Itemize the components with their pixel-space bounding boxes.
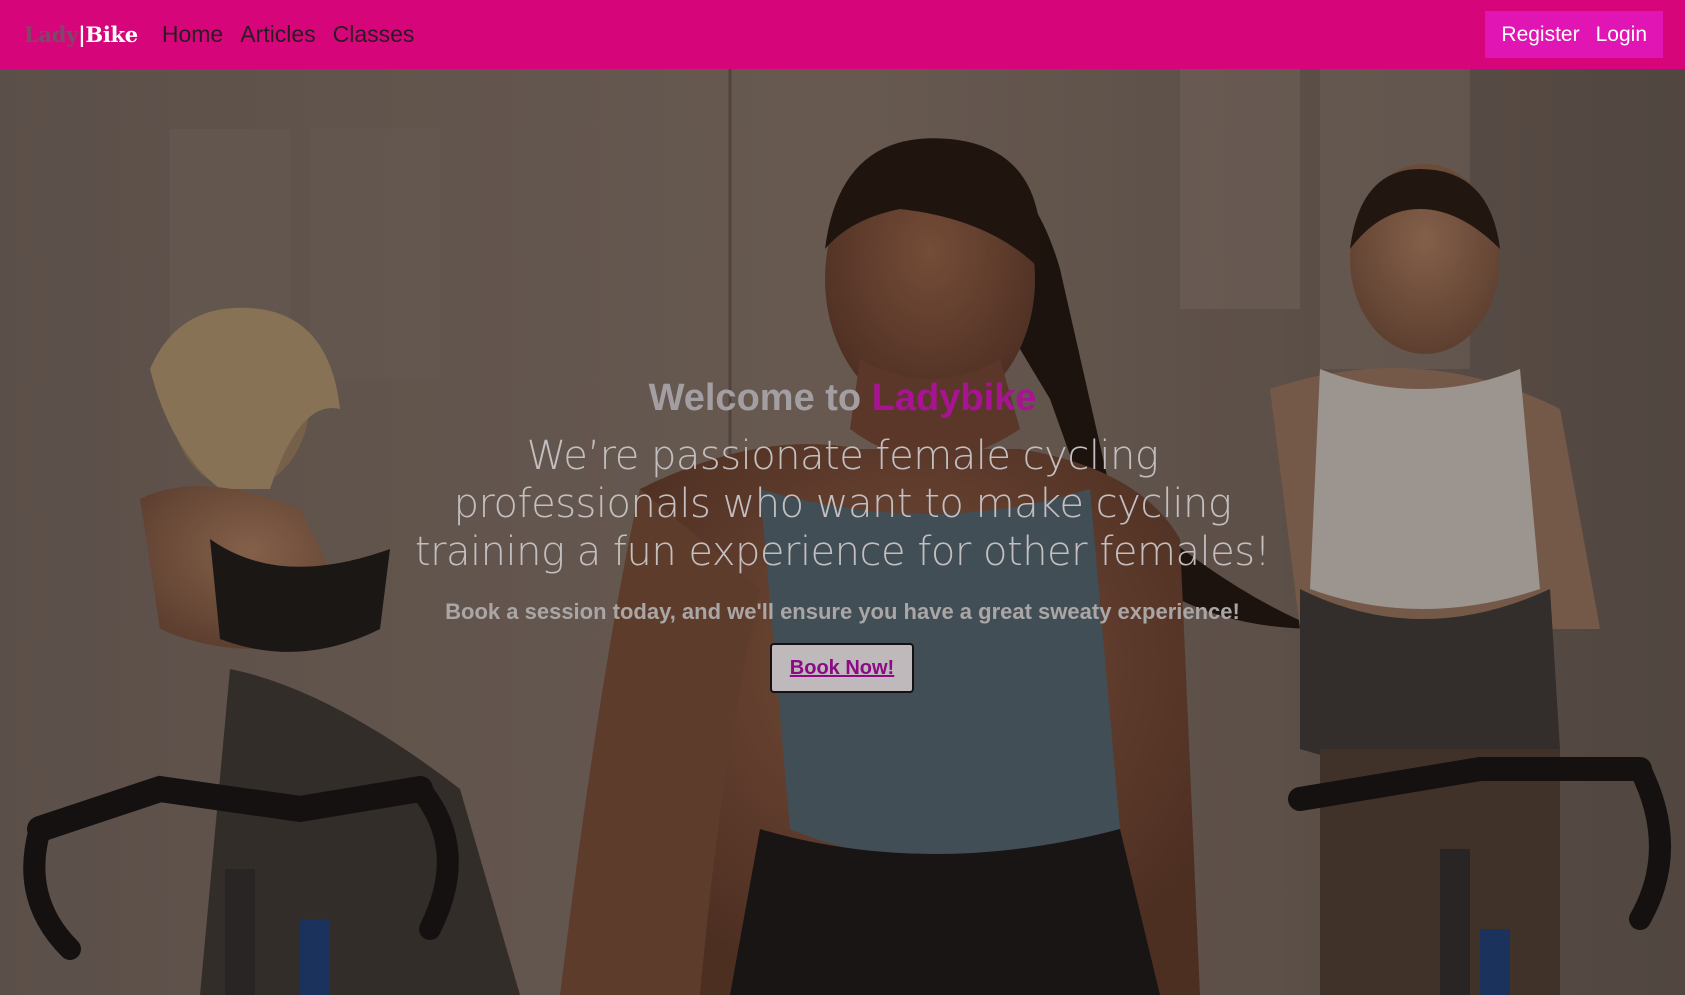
top-navbar: Lady | Bike Home Articles Classes Register… <box>0 0 1685 69</box>
nav-link-home[interactable]: Home <box>162 21 223 48</box>
login-link[interactable]: Login <box>1588 23 1655 47</box>
brand-part-bike: Bike <box>85 22 138 47</box>
brand-logo[interactable]: Lady | Bike <box>24 22 138 47</box>
nav-link-articles[interactable]: Articles <box>240 21 315 48</box>
nav-link-classes[interactable]: Classes <box>333 21 415 48</box>
nav-links: Home Articles Classes <box>162 21 432 48</box>
hero-heading-prefix: Welcome to <box>648 377 872 419</box>
hero-section: Welcome to Ladybike We’re passionate fem… <box>0 69 1685 995</box>
hero-heading-brand: Ladybike <box>871 377 1037 419</box>
register-link[interactable]: Register <box>1493 23 1587 47</box>
hero-heading: Welcome to Ladybike <box>0 377 1685 420</box>
brand-separator: | <box>78 22 86 47</box>
brand-part-lady: Lady <box>24 22 79 47</box>
hero-cta-text: Book a session today, and we'll ensure y… <box>445 599 1240 624</box>
hero-tagline: We’re passionate female cycling professi… <box>414 433 1271 575</box>
auth-links: Register Login <box>1485 11 1663 58</box>
book-now-button[interactable]: Book Now! <box>770 643 914 693</box>
